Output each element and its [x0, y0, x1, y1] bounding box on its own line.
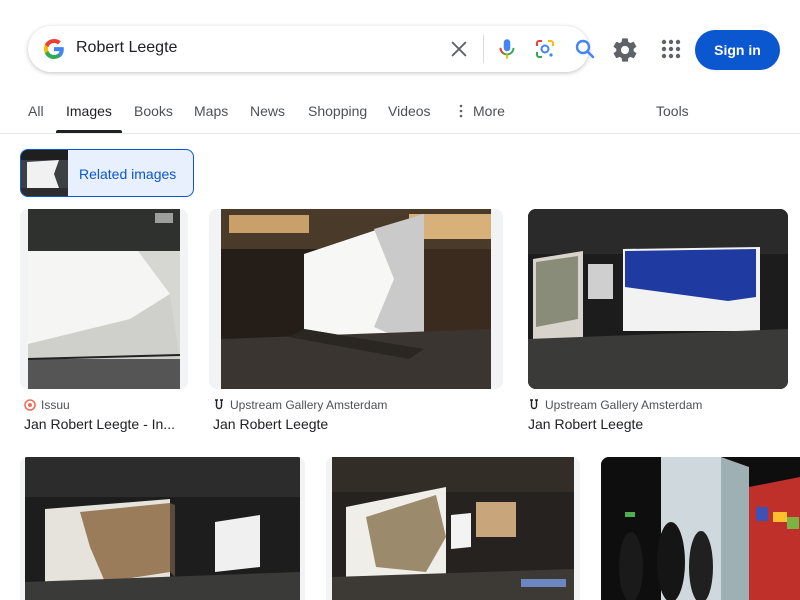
tabs-divider	[0, 133, 800, 134]
image-result-3-title[interactable]: Jan Robert Leegte	[528, 416, 643, 432]
related-images-label: Related images	[79, 166, 177, 182]
image-result-1-source-name: Issuu	[41, 398, 70, 412]
image-result-1[interactable]	[20, 209, 188, 389]
related-images-thumbnail	[21, 150, 68, 196]
tab-images[interactable]: Images	[66, 103, 112, 119]
image-result-1-picture	[20, 209, 188, 389]
image-result-2-picture	[209, 209, 503, 389]
tab-tools[interactable]: Tools	[656, 103, 689, 119]
image-result-6[interactable]	[601, 457, 800, 600]
image-result-2[interactable]	[209, 209, 503, 389]
tab-news[interactable]: News	[250, 103, 285, 119]
search-tabs: All Images Books Maps News Shopping Vide…	[0, 96, 800, 134]
image-result-2-title[interactable]: Jan Robert Leegte	[213, 416, 328, 432]
microphone-icon[interactable]	[494, 36, 520, 62]
image-result-3-source-name: Upstream Gallery Amsterdam	[545, 398, 703, 412]
upstream-u-icon	[530, 399, 538, 410]
image-result-3-source[interactable]: Upstream Gallery Amsterdam	[528, 398, 702, 412]
google-logo-icon	[44, 39, 64, 59]
google-lens-icon[interactable]	[533, 37, 557, 61]
image-result-2-source-name: Upstream Gallery Amsterdam	[230, 398, 388, 412]
tab-all[interactable]: All	[28, 103, 44, 119]
image-result-4-picture	[20, 457, 305, 600]
search-box[interactable]: Robert Leegte	[28, 26, 595, 72]
image-result-4[interactable]	[20, 457, 305, 600]
related-images-chip[interactable]: Related images	[20, 149, 194, 197]
image-result-1-source[interactable]: Issuu	[24, 398, 70, 412]
image-result-1-title[interactable]: Jan Robert Leegte - In...	[24, 416, 175, 432]
search-divider	[483, 35, 484, 63]
image-result-3-picture	[528, 209, 788, 389]
tab-shopping[interactable]: Shopping	[308, 103, 367, 119]
apps-grid-icon[interactable]	[659, 37, 683, 61]
close-icon[interactable]	[448, 38, 470, 60]
search-icon[interactable]	[573, 37, 597, 61]
sign-in-button[interactable]: Sign in	[695, 30, 780, 70]
image-result-6-picture	[601, 457, 800, 600]
image-result-2-source[interactable]: Upstream Gallery Amsterdam	[213, 398, 387, 412]
gear-icon[interactable]	[611, 36, 639, 64]
more-vertical-icon[interactable]	[458, 104, 464, 118]
image-result-3[interactable]	[528, 209, 788, 389]
image-result-5-picture	[326, 457, 580, 600]
tab-books[interactable]: Books	[134, 103, 173, 119]
upstream-u-icon	[215, 399, 223, 410]
search-input[interactable]: Robert Leegte	[76, 39, 177, 57]
tab-videos[interactable]: Videos	[388, 103, 431, 119]
tab-more[interactable]: More	[473, 103, 505, 119]
tab-maps[interactable]: Maps	[194, 103, 228, 119]
image-result-5[interactable]	[326, 457, 580, 600]
issuu-icon	[24, 399, 36, 411]
